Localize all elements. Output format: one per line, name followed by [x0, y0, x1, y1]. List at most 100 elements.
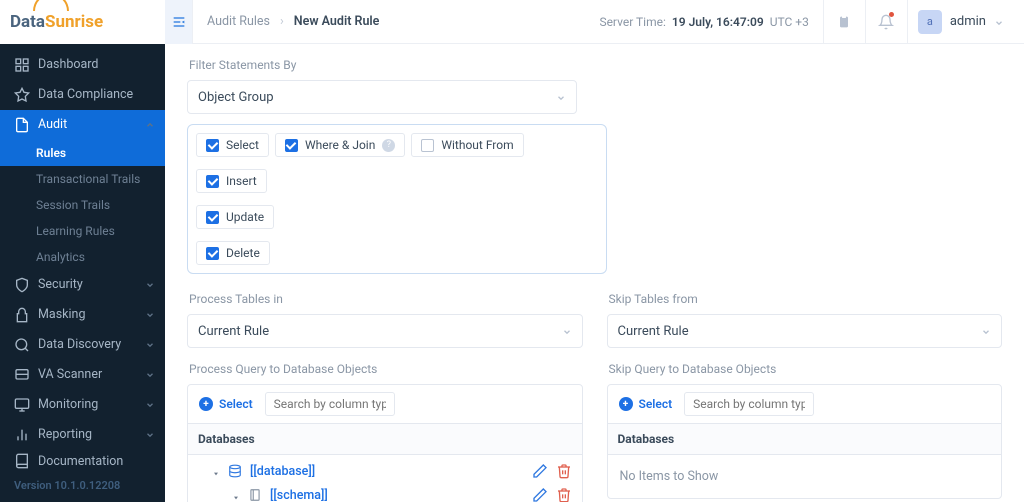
- caret-down-icon: [232, 491, 240, 499]
- nav: Dashboard Data Compliance Audit Rules Tr…: [0, 44, 165, 445]
- nav-documentation[interactable]: Documentation: [14, 453, 153, 469]
- plus-icon: +: [199, 397, 213, 411]
- skip-query-select-button[interactable]: +Select: [615, 397, 677, 411]
- nav-masking[interactable]: Masking: [0, 300, 165, 330]
- schema-icon: [248, 488, 262, 502]
- stmt-delete-option[interactable]: Delete: [196, 241, 270, 265]
- delete-button[interactable]: [556, 463, 572, 479]
- chevron-down-icon: [562, 326, 572, 336]
- process-query-header: Databases: [188, 424, 582, 455]
- chevron-down-icon: [145, 340, 155, 350]
- checkbox-icon: [206, 139, 219, 152]
- nav-audit-learning-rules[interactable]: Learning Rules: [0, 218, 165, 244]
- notification-dot-icon: [889, 12, 894, 17]
- nav-va-scanner[interactable]: VA Scanner: [0, 360, 165, 390]
- chevron-down-icon: [145, 400, 155, 410]
- checkbox-icon: [206, 175, 219, 188]
- audit-icon: [14, 117, 30, 133]
- stmt-update-option[interactable]: Update: [196, 205, 274, 229]
- clipboard-button[interactable]: [824, 0, 866, 44]
- book-icon: [14, 453, 30, 469]
- skip-tables-select[interactable]: Current Rule: [607, 314, 1003, 348]
- sidebar-collapse-button[interactable]: [165, 0, 193, 44]
- checkbox-icon: [206, 211, 219, 224]
- sidebar: DataSunrise Dashboard Data Compliance Au…: [0, 0, 165, 502]
- nav-monitoring[interactable]: Monitoring: [0, 390, 165, 420]
- statement-types-box: Select Where & Join? Without From Insert…: [187, 124, 607, 274]
- nav-audit-analytics[interactable]: Analytics: [0, 244, 165, 270]
- filter-select-value: Object Group: [198, 90, 274, 105]
- skip-query-empty: No Items to Show: [608, 455, 1002, 498]
- stmt-select-option[interactable]: Select: [196, 133, 269, 157]
- database-icon: [228, 464, 242, 478]
- skip-query-header: Databases: [608, 424, 1002, 455]
- caret-down-icon: [212, 467, 220, 475]
- server-time: Server Time: 19 July, 16:47:09 UTC +3: [585, 0, 823, 44]
- version-label: Version 10.1.0.12208: [14, 479, 153, 492]
- chevron-down-icon: [145, 310, 155, 320]
- tree-database-row[interactable]: [[database]]: [188, 459, 582, 483]
- brand-logo: DataSunrise: [0, 0, 165, 44]
- process-query-search-input[interactable]: [265, 392, 395, 416]
- process-query-panel: +Select Databases [[database]]: [187, 384, 583, 502]
- nav-dashboard[interactable]: Dashboard: [0, 50, 165, 80]
- content: Filter Statements By Object Group Select…: [165, 44, 1024, 502]
- nav-data-discovery[interactable]: Data Discovery: [0, 330, 165, 360]
- checkbox-icon: [285, 139, 298, 152]
- topbar: Audit Rules › New Audit Rule Server Time…: [165, 0, 1024, 44]
- user-name: admin: [950, 14, 986, 29]
- skip-tables-label: Skip Tables from: [609, 292, 1003, 306]
- process-query-label: Process Query to Database Objects: [189, 362, 583, 376]
- process-tables-select[interactable]: Current Rule: [187, 314, 583, 348]
- edit-button[interactable]: [532, 487, 548, 502]
- checkbox-icon: [206, 247, 219, 260]
- delete-button[interactable]: [556, 487, 572, 502]
- notifications-button[interactable]: [866, 0, 908, 44]
- filter-select[interactable]: Object Group: [187, 80, 577, 114]
- breadcrumb-parent[interactable]: Audit Rules: [207, 14, 270, 29]
- nav-audit-transactional-trails[interactable]: Transactional Trails: [0, 166, 165, 192]
- skip-query-search-input[interactable]: [684, 392, 814, 416]
- scan-icon: [14, 367, 30, 383]
- checkbox-icon: [421, 139, 434, 152]
- chevron-down-icon: [556, 92, 566, 102]
- chevron-right-icon: ›: [280, 14, 284, 29]
- stmt-where-join-option[interactable]: Where & Join?: [275, 133, 405, 157]
- stmt-insert-option[interactable]: Insert: [196, 169, 267, 193]
- shield-icon: [14, 277, 30, 293]
- stmt-without-from-option[interactable]: Without From: [411, 133, 523, 157]
- nav-audit-rules[interactable]: Rules: [0, 140, 165, 166]
- nav-audit[interactable]: Audit: [0, 110, 165, 140]
- breadcrumb-current: New Audit Rule: [294, 14, 380, 29]
- compliance-icon: [14, 87, 30, 103]
- nav-data-compliance[interactable]: Data Compliance: [0, 80, 165, 110]
- brand-text-b: Sunrise: [45, 12, 103, 32]
- nav-reporting[interactable]: Reporting: [0, 420, 165, 445]
- dashboard-icon: [14, 57, 30, 73]
- chevron-down-icon: [145, 430, 155, 440]
- masking-icon: [14, 307, 30, 323]
- chevron-down-icon: [145, 370, 155, 380]
- user-menu[interactable]: a admin: [908, 10, 1012, 34]
- nav-audit-session-trails[interactable]: Session Trails: [0, 192, 165, 218]
- plus-icon: +: [619, 397, 633, 411]
- avatar: a: [918, 10, 942, 34]
- nav-security[interactable]: Security: [0, 270, 165, 300]
- breadcrumb: Audit Rules › New Audit Rule: [207, 14, 379, 29]
- chart-icon: [14, 427, 30, 443]
- process-query-select-button[interactable]: +Select: [195, 397, 257, 411]
- filter-label: Filter Statements By: [189, 58, 1002, 72]
- process-tables-label: Process Tables in: [189, 292, 583, 306]
- chevron-down-icon: [145, 280, 155, 290]
- chevron-down-icon: [994, 17, 1004, 27]
- search-icon: [14, 337, 30, 353]
- chevron-up-icon: [145, 120, 155, 130]
- skip-query-label: Skip Query to Database Objects: [609, 362, 1003, 376]
- chevron-down-icon: [981, 326, 991, 336]
- tree-schema-row[interactable]: [[schema]]: [188, 483, 582, 502]
- brand-text-a: Data: [10, 12, 45, 32]
- edit-button[interactable]: [532, 463, 548, 479]
- monitor-icon: [14, 397, 30, 413]
- help-icon[interactable]: ?: [382, 139, 395, 152]
- skip-query-panel: +Select Databases No Items to Show: [607, 384, 1003, 499]
